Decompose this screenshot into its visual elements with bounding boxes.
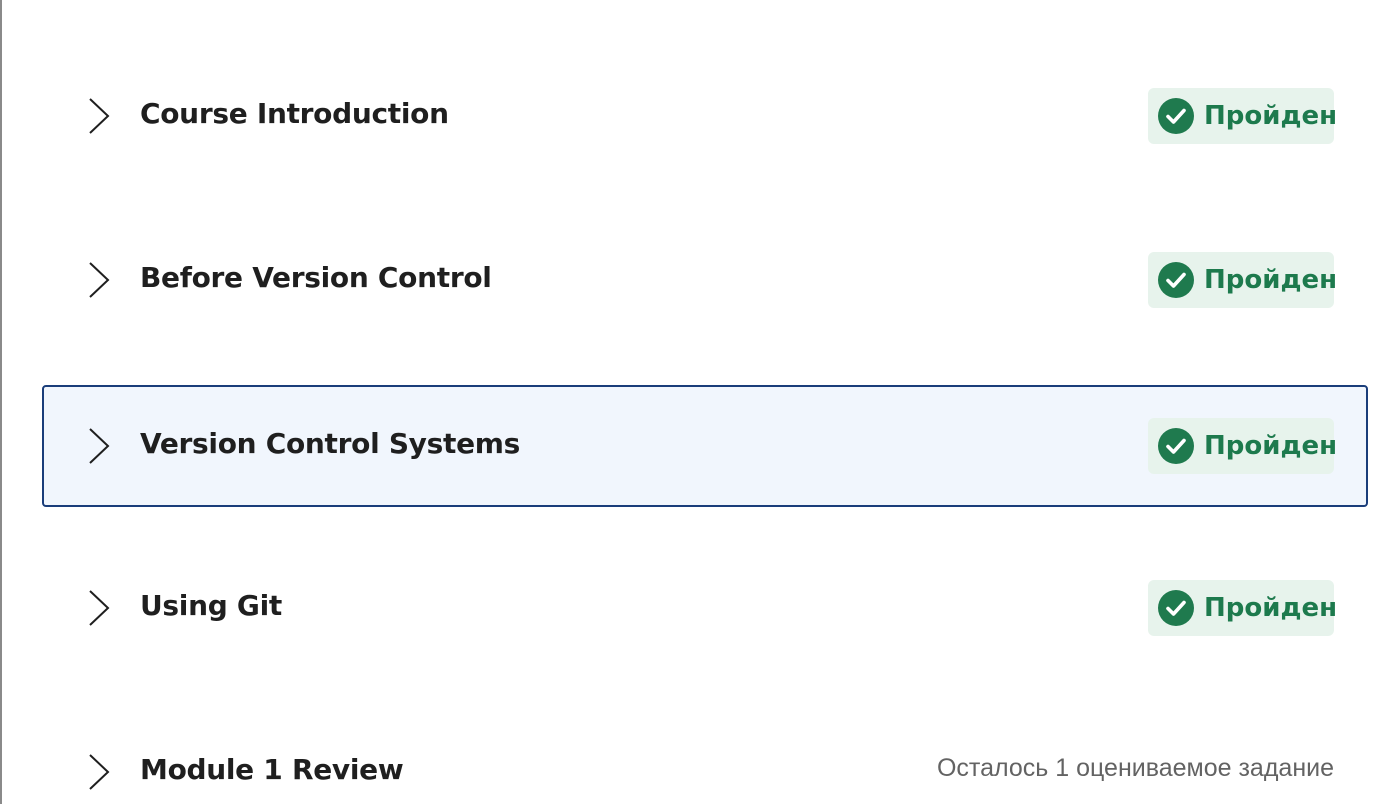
status-label: Пройден [1204,101,1338,131]
module-list: Course Introduction Пройден Before Versi… [0,0,1380,804]
check-circle-icon [1158,98,1194,134]
module-row-course-introduction[interactable]: Course Introduction Пройден [42,55,1368,177]
remaining-assignments-text: Осталось 1 оцениваемое задание [936,754,1334,783]
chevron-right-icon[interactable] [84,426,112,466]
module-row-version-control-systems[interactable]: Version Control Systems Пройден [42,385,1368,507]
module-row-module-1-review[interactable]: Module 1 Review Осталось 1 оцениваемое з… [42,711,1368,804]
module-title: Before Version Control [140,260,492,294]
status-label: Пройден [1204,265,1338,295]
check-circle-icon [1158,262,1194,298]
chevron-right-icon[interactable] [84,260,112,300]
status-badge: Пройден [1148,418,1338,474]
status-badge: Пройден [1148,580,1338,636]
module-title: Module 1 Review [140,752,404,786]
module-title: Version Control Systems [140,426,521,460]
status-badge: Пройден [1148,252,1338,308]
status-badge: Пройден [1148,88,1338,144]
module-row-before-version-control[interactable]: Before Version Control Пройден [42,219,1368,341]
check-circle-icon [1158,590,1194,626]
check-circle-icon [1158,428,1194,464]
chevron-right-icon[interactable] [84,752,112,792]
status-label: Пройден [1204,593,1338,623]
status-label: Пройден [1204,431,1338,461]
chevron-right-icon[interactable] [84,588,112,628]
chevron-right-icon[interactable] [84,96,112,136]
module-title: Course Introduction [140,96,449,130]
module-title: Using Git [140,588,282,622]
module-row-using-git[interactable]: Using Git Пройден [42,547,1368,669]
